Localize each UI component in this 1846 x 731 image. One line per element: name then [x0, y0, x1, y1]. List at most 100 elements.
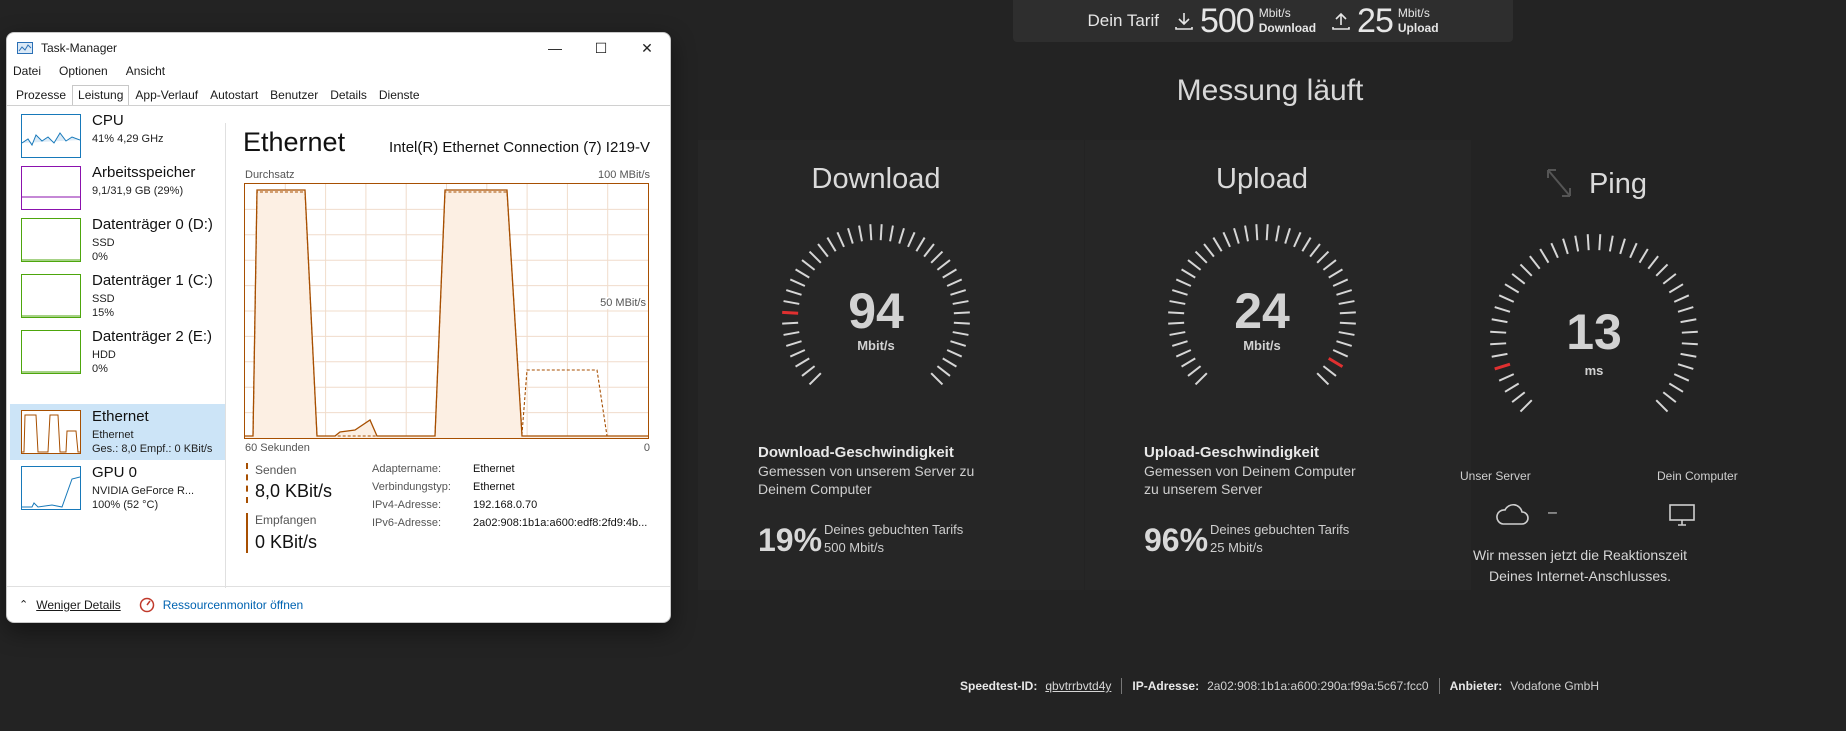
gauge-tick: [1668, 283, 1684, 294]
ipv6-label: IPv6-Adresse:: [372, 517, 442, 529]
footer-separator: [1121, 678, 1123, 694]
sidebar-thumbnail: [21, 410, 81, 454]
download-desc-text: Gemessen von unserem Server zu Deinem Co…: [758, 463, 975, 497]
sidebar-item-name: Datenträger 0 (D:): [92, 216, 213, 233]
tab-bar: Prozesse Leistung App-Verlauf Autostart …: [10, 85, 426, 105]
maximize-button[interactable]: ☐: [578, 33, 624, 63]
gauge-tick: [1655, 399, 1669, 413]
gauge-tick: [1608, 235, 1614, 252]
gauge-tick: [808, 250, 822, 264]
gauge-tick: [869, 224, 873, 241]
gauge-tick: [1187, 259, 1202, 271]
gauge-tick: [1662, 391, 1677, 403]
sidebar-item[interactable]: CPU 41% 4,29 GHz: [10, 108, 225, 160]
gauge-tick: [1265, 224, 1269, 241]
tab-benutzer[interactable]: Benutzer: [264, 85, 324, 105]
thumbnail-sparkline: [22, 414, 80, 453]
gauge-tick: [801, 365, 816, 377]
close-button[interactable]: ✕: [624, 33, 670, 63]
receive-legend-line: [246, 513, 248, 553]
speedtest-id-link[interactable]: qbvtrrbvtd4y: [1045, 679, 1111, 693]
tariff-upload-value: 25: [1357, 1, 1394, 40]
adapter-name-label: Adaptername:: [372, 463, 442, 475]
throughput-graph: [244, 183, 649, 439]
footer-separator: [1438, 678, 1440, 694]
gauge-tick: [1504, 382, 1520, 393]
sidebar-item[interactable]: Arbeitsspeicher 9,1/31,9 GB (29%): [10, 160, 225, 212]
sidebar-item-name: Datenträger 1 (C:): [92, 272, 213, 289]
chevron-up-icon[interactable]: ⌃: [19, 598, 28, 611]
gauge-tick: [1504, 283, 1520, 294]
connection-type-value: Ethernet: [473, 481, 515, 493]
sidebar-item-sub1: 9,1/31,9 GB (29%): [92, 185, 184, 197]
upload-percent: 96%: [1144, 522, 1209, 558]
gauge-tick: [1598, 234, 1602, 251]
title-bar[interactable]: Task-Manager — ☐ ✕: [7, 33, 670, 63]
gauge-tick: [1275, 225, 1280, 242]
gauge-tick: [1586, 234, 1590, 251]
adapter-name-value: Ethernet: [473, 463, 515, 475]
tariff-label: Dein Tarif: [1087, 11, 1159, 30]
gauge-tick: [1498, 294, 1515, 303]
tab-app-verlauf[interactable]: App-Verlauf: [129, 85, 204, 105]
tab-dienste[interactable]: Dienste: [373, 85, 426, 105]
ping-value: 13: [1566, 304, 1622, 360]
detail-title: Ethernet: [243, 127, 346, 157]
sidebar-item-name: Ethernet: [92, 408, 149, 425]
gauge-tick: [836, 231, 845, 248]
upload-arrow-icon: [1332, 12, 1350, 30]
gauge-tick: [1212, 237, 1223, 252]
gauge-tick: [930, 250, 944, 264]
tab-details[interactable]: Details: [324, 85, 373, 105]
resource-monitor-link[interactable]: Ressourcenmonitor öffnen: [163, 598, 304, 612]
sidebar-thumbnail: [21, 114, 81, 158]
menu-ansicht[interactable]: Ansicht: [126, 64, 165, 78]
tab-divider: [7, 105, 670, 106]
download-percent-line1: Deines gebuchten Tarifs: [824, 522, 964, 537]
gauge-tick: [1655, 263, 1669, 277]
gauge-tick: [1316, 250, 1330, 264]
sidebar-item-sub1: 41% 4,29 GHz: [92, 133, 164, 145]
receive-label: Empfangen: [255, 513, 317, 527]
sidebar-item[interactable]: Datenträger 1 (C:) SSD 15%: [10, 268, 225, 324]
sidebar-item[interactable]: Ethernet Ethernet Ges.: 8,0 Empf.: 0 KBit/…: [10, 404, 225, 460]
gauge-tick: [801, 259, 816, 271]
gauge-tick: [1638, 248, 1649, 264]
sidebar-item[interactable]: Datenträger 0 (D:) SSD 0%: [10, 212, 225, 268]
sidebar-item-sub1: SSD: [92, 293, 115, 305]
throughput-label: Durchsatz: [245, 169, 295, 181]
minimize-button[interactable]: —: [532, 33, 578, 63]
menu-datei[interactable]: Datei: [13, 64, 41, 78]
gauge-tick: [1284, 227, 1291, 244]
task-manager-window: Task-Manager — ☐ ✕ Datei Optionen Ansich…: [6, 32, 671, 623]
task-manager-icon: [17, 42, 33, 54]
bottom-bar: ⌃ Weniger Details Ressourcenmonitor öffn…: [7, 586, 670, 622]
tab-prozesse[interactable]: Prozesse: [10, 85, 72, 105]
less-details-link[interactable]: Weniger Details: [36, 598, 120, 612]
upload-percent-line1: Deines gebuchten Tarifs: [1210, 522, 1350, 537]
tab-autostart[interactable]: Autostart: [204, 85, 264, 105]
receive-value: 0 KBit/s: [255, 532, 318, 552]
tariff-download: 500 Mbit/s Download: [1173, 2, 1316, 41]
tab-leistung[interactable]: Leistung: [72, 85, 130, 105]
ping-message-line1: Wir messen jetzt die Reaktionszeit: [1473, 547, 1687, 563]
tariff-upload-unit-text: Mbit/s: [1397, 6, 1430, 20]
tariff-download-unit-text: Mbit/s: [1258, 6, 1291, 20]
gauge-tick: [1244, 225, 1249, 242]
sidebar-item[interactable]: Datenträger 2 (E:) HDD 0%: [10, 324, 225, 380]
mid-scale-label: 50 MBit/s: [598, 297, 648, 309]
gauge-tick: [1255, 224, 1259, 241]
menu-optionen[interactable]: Optionen: [59, 64, 108, 78]
sidebar-item[interactable]: GPU 0 NVIDIA GeForce R... 100% (52 °C): [10, 460, 225, 524]
gauge-tick: [1519, 263, 1533, 277]
gauge-tick: [936, 259, 951, 271]
send-legend-line: [246, 463, 248, 503]
gauge-tick: [1322, 259, 1337, 271]
gauge-tick: [930, 372, 944, 386]
sidebar-thumbnail: [21, 466, 81, 510]
gauge-tick: [1519, 399, 1533, 413]
gauge-tick: [1539, 248, 1550, 264]
upload-title: Upload: [1216, 163, 1308, 195]
upload-percent-text: Deines gebuchten Tarifs 25 Mbit/s: [1210, 521, 1349, 557]
sidebar-item-sub1: HDD: [92, 349, 116, 361]
